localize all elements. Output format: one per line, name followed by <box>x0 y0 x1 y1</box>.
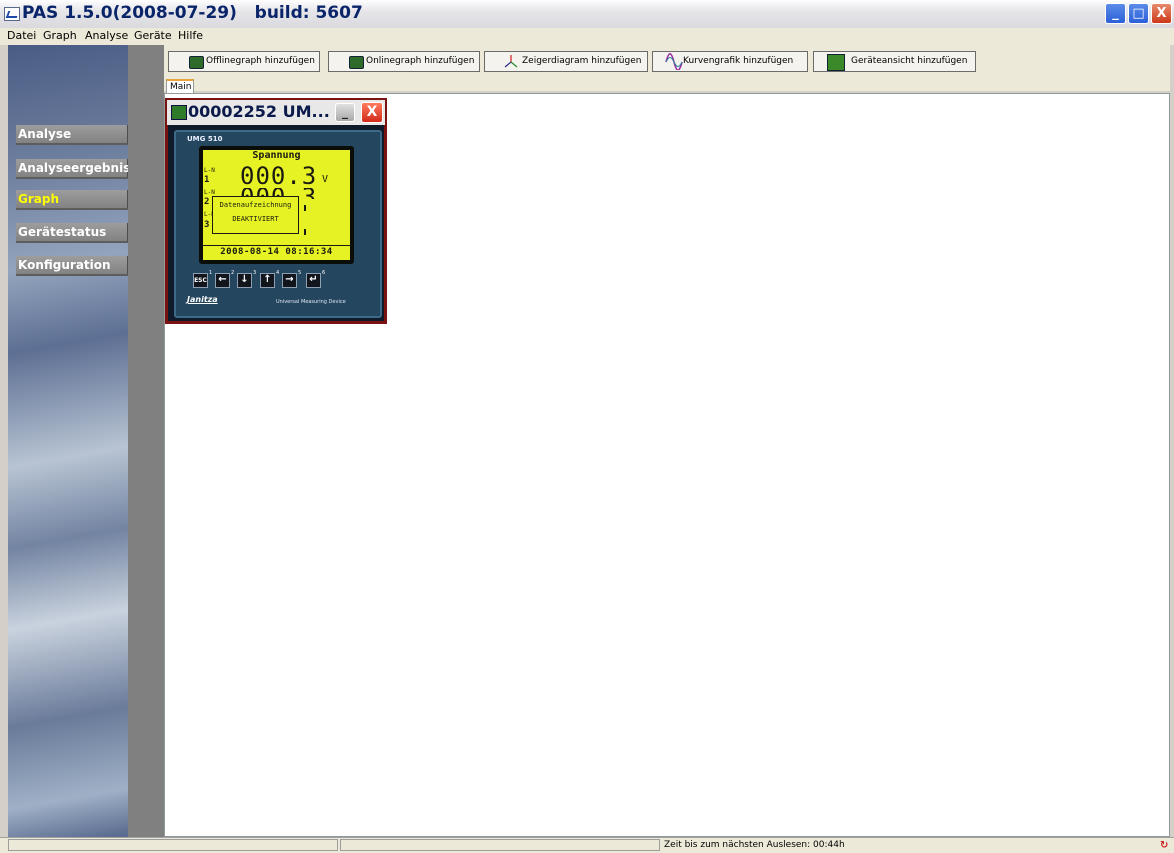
status-bar: Zeit bis zum nächsten Auslesen: 00:44h ↻ <box>0 837 1174 853</box>
sidebar-item-geraetestatus[interactable]: Gerätestatus <box>16 223 130 243</box>
window-title: PAS 1.5.0(2008-07-29) build: 5607 <box>22 3 363 23</box>
lcd-separator <box>203 245 350 246</box>
device-window-titlebar[interactable]: 00002252 UM... _ X <box>167 100 385 125</box>
key-number: 2 <box>231 270 235 276</box>
status-pane <box>340 839 660 851</box>
sidebar: Analyse Analyseergebnis Graph Gerätestat… <box>8 45 130 837</box>
device-tagline: Universal Measuring Device <box>276 299 346 305</box>
minimize-button[interactable]: _ <box>1105 3 1126 24</box>
key-enter[interactable]: ↵ <box>306 273 321 288</box>
add-onlinegraph-button[interactable]: Onlinegraph hinzufügen <box>328 51 480 72</box>
lcd-title: Spannung <box>252 150 301 161</box>
key-number: 4 <box>276 270 280 276</box>
lcd-line-number: 1 <box>204 175 210 185</box>
menu-bar: Datei Graph Analyse Geräte Hilfe <box>0 28 1174 45</box>
phasor-icon <box>504 55 518 68</box>
add-zeigerdiagram-label: Zeigerdiagram hinzufügen <box>522 56 642 66</box>
maximize-button[interactable]: □ <box>1128 3 1149 24</box>
add-kurvengrafik-label: Kurvengrafik hinzufügen <box>683 56 794 66</box>
lcd-line-label: L-N <box>204 167 215 174</box>
menu-hilfe[interactable]: Hilfe <box>178 29 203 42</box>
key-esc[interactable]: ESC <box>193 273 208 288</box>
lcd-display: Spannung L-N 1 L-N 2 L-N 3 000.3 V 000.3… <box>203 150 350 260</box>
device-window-body: UMG 510 Spannung L-N 1 L-N 2 L-N 3 000.3… <box>168 125 384 321</box>
device-window-title: 00002252 UM... <box>188 102 330 121</box>
device-icon <box>827 54 845 71</box>
menu-geraete[interactable]: Geräte <box>134 29 172 42</box>
add-offlinegraph-label: Offlinegraph hinzufügen <box>206 56 315 66</box>
add-geraeteansicht-button[interactable]: Geräteansicht hinzufügen <box>813 51 976 72</box>
brand-logo: Janitza <box>187 295 218 304</box>
lcd-line-number: 2 <box>204 197 210 207</box>
sidebar-item-analyse[interactable]: Analyse <box>16 125 130 145</box>
key-number: 6 <box>322 270 326 276</box>
lcd-datetime: 2008-08-14 08:16:34 <box>220 247 333 257</box>
device-panel: UMG 510 Spannung L-N 1 L-N 2 L-N 3 000.3… <box>174 130 382 318</box>
status-pane <box>8 839 338 851</box>
sidebar-divider <box>128 45 164 837</box>
app-icon <box>4 7 20 21</box>
sidebar-item-analyseergebnis[interactable]: Analyseergebnis <box>16 159 130 179</box>
add-offlinegraph-button[interactable]: Offlinegraph hinzufügen <box>168 51 320 72</box>
lcd-recording-popup: Datenaufzeichnung DEAKTIVIERT <box>212 196 299 234</box>
waveform-icon <box>665 53 683 70</box>
menu-analyse[interactable]: Analyse <box>85 29 128 42</box>
close-button[interactable]: X <box>1151 3 1172 24</box>
popup-line2: DEAKTIVIERT <box>232 215 279 223</box>
device-window[interactable]: 00002252 UM... _ X UMG 510 Spannung L-N … <box>165 98 387 324</box>
lcd-line-number: 3 <box>204 220 210 230</box>
add-geraeteansicht-label: Geräteansicht hinzufügen <box>851 56 968 66</box>
key-number: 3 <box>253 270 257 276</box>
device-model: UMG 510 <box>187 135 223 143</box>
key-right[interactable]: → <box>282 273 297 288</box>
menu-graph[interactable]: Graph <box>43 29 77 42</box>
sidebar-item-graph[interactable]: Graph <box>16 190 130 210</box>
key-number: 1 <box>209 270 213 276</box>
key-left[interactable]: ← <box>215 273 230 288</box>
menu-datei[interactable]: Datei <box>7 29 36 42</box>
sync-icon: ↻ <box>1160 840 1169 851</box>
add-onlinegraph-label: Onlinegraph hinzufügen <box>366 56 475 66</box>
lcd-value-l1: 000.3 <box>240 162 318 190</box>
toolbar: Offlinegraph hinzufügen Onlinegraph hinz… <box>164 45 1170 91</box>
lcd-tick <box>304 205 306 211</box>
sidebar-item-konfiguration[interactable]: Konfiguration <box>16 256 130 276</box>
device-window-close-button[interactable]: X <box>361 102 383 123</box>
lcd-unit: V <box>322 174 329 185</box>
key-up[interactable]: ↑ <box>260 273 275 288</box>
status-next-read: Zeit bis zum nächsten Auslesen: 00:44h <box>664 840 845 850</box>
add-zeigerdiagram-button[interactable]: Zeigerdiagram hinzufügen <box>484 51 648 72</box>
add-kurvengrafik-button[interactable]: Kurvengrafik hinzufügen <box>652 51 808 72</box>
lcd-tick <box>304 229 306 235</box>
monitor-icon <box>189 56 204 69</box>
title-bar: PAS 1.5.0(2008-07-29) build: 5607 _ □ X <box>0 0 1174 29</box>
key-number: 5 <box>298 270 302 276</box>
device-icon <box>171 105 187 120</box>
popup-line1: Datenaufzeichnung <box>219 201 292 209</box>
key-down[interactable]: ↓ <box>237 273 252 288</box>
device-window-minimize-button[interactable]: _ <box>335 103 355 122</box>
monitor-icon <box>349 56 364 69</box>
tab-main[interactable]: Main <box>166 79 194 93</box>
